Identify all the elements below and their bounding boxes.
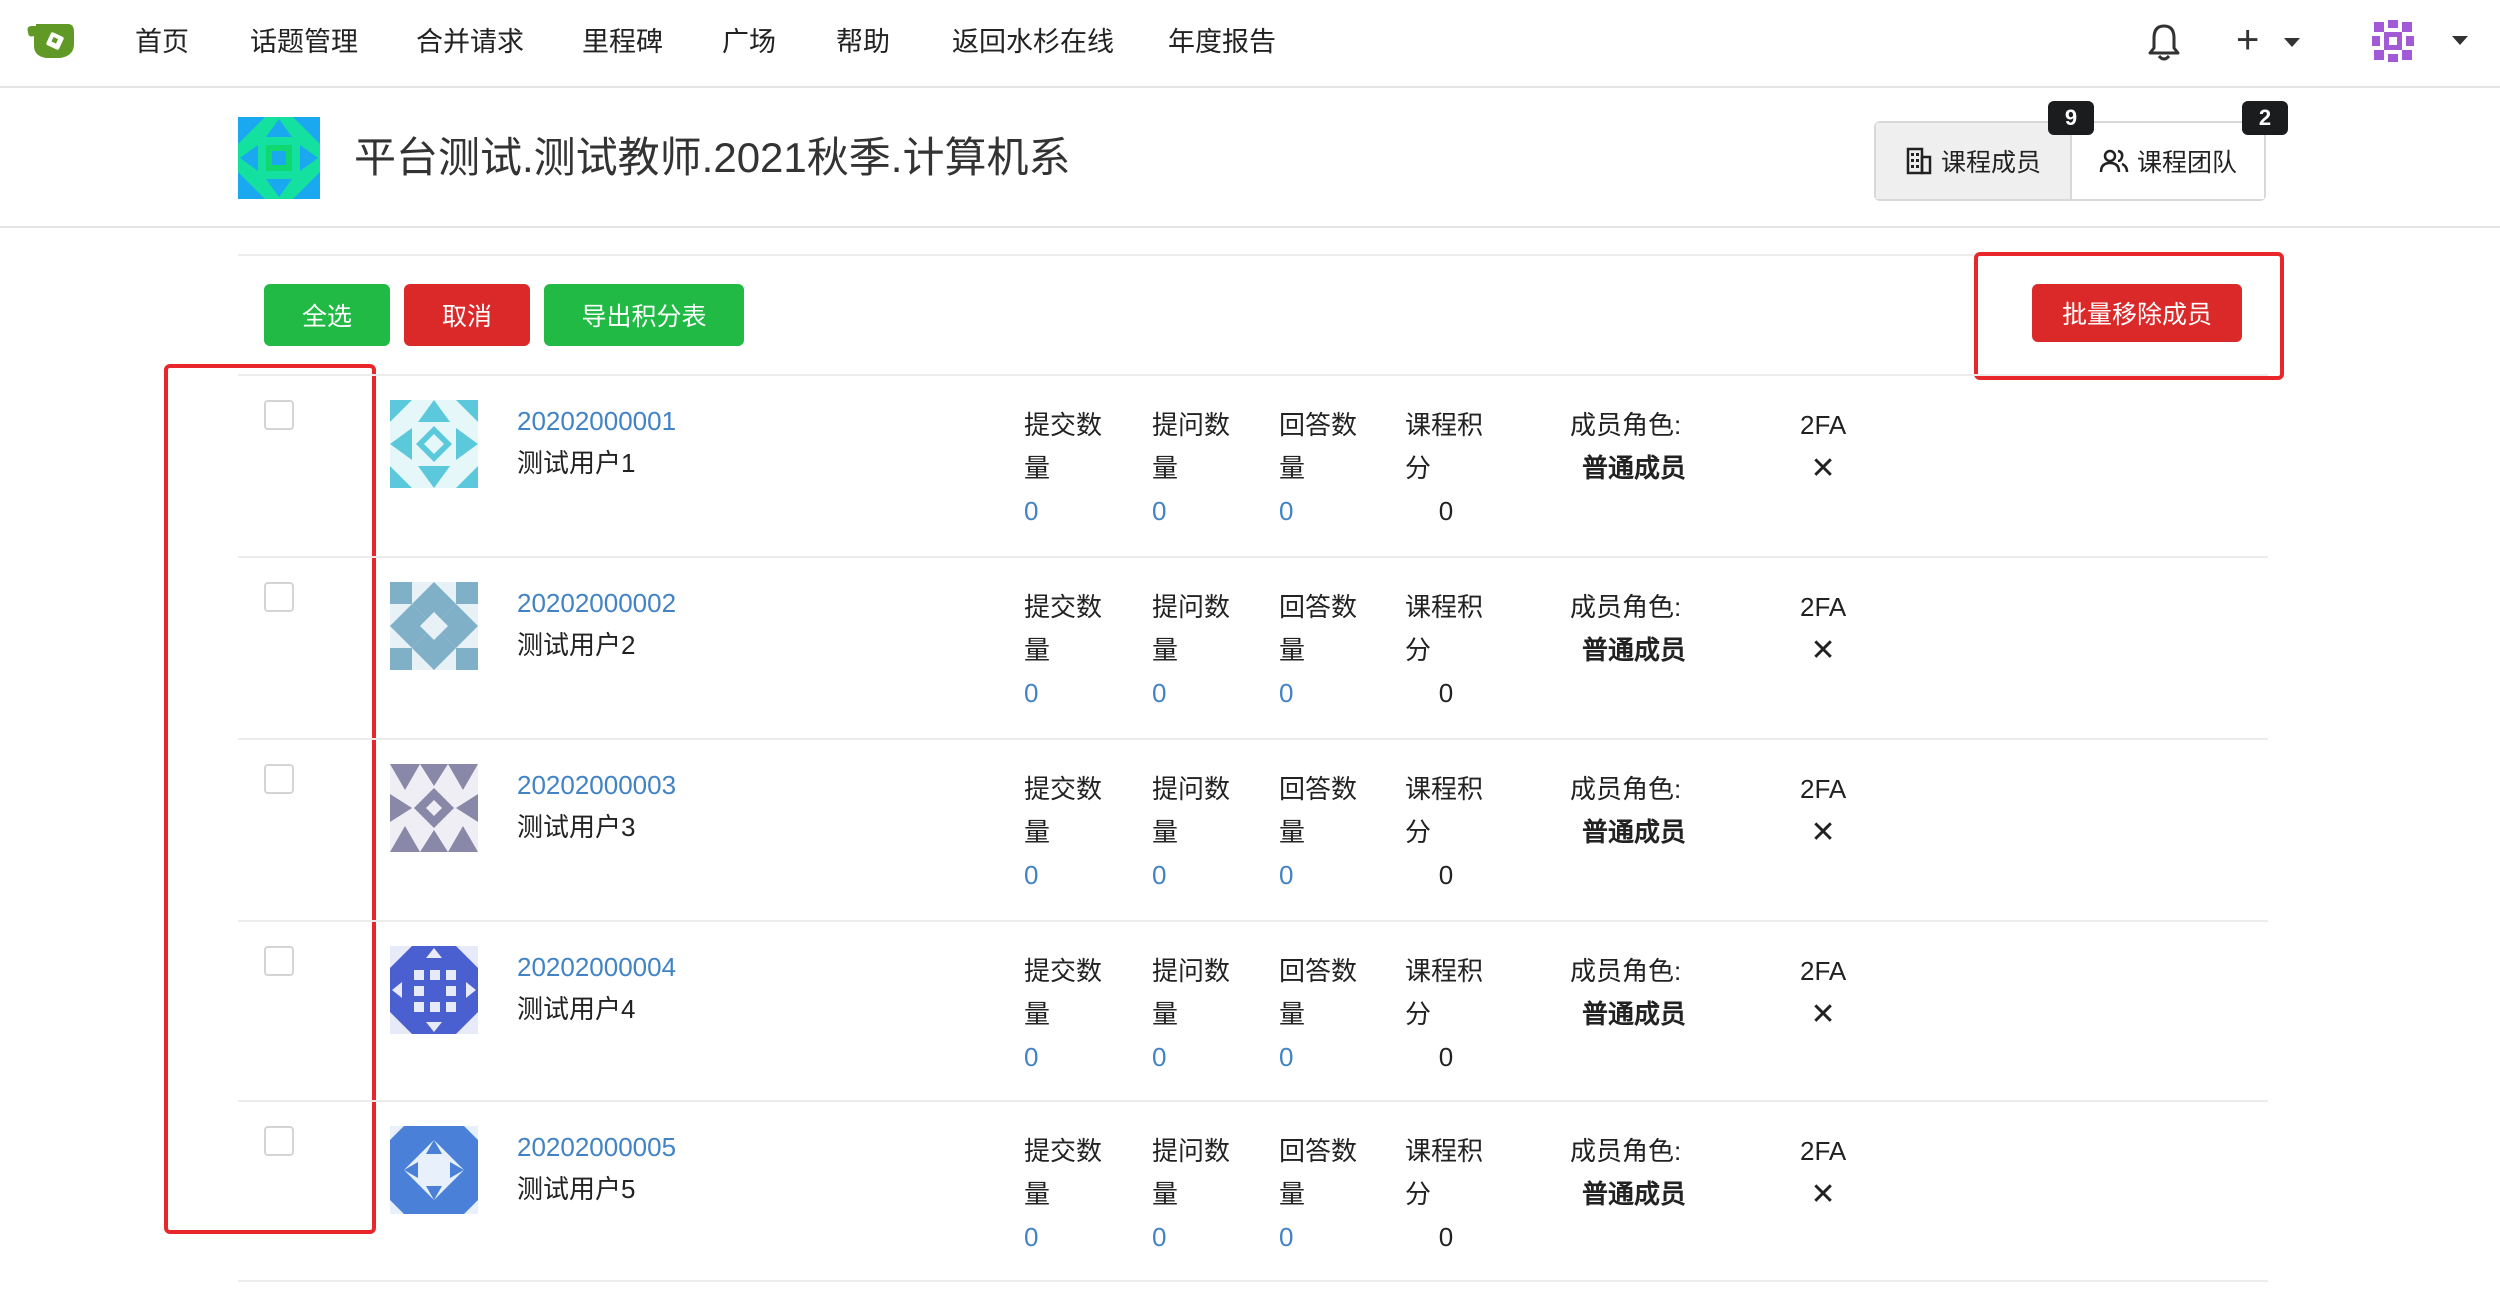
close-icon: ✕	[1810, 998, 1836, 1031]
team-count-badge: 2	[2242, 101, 2288, 135]
member-id-link[interactable]: 20202000005	[517, 1130, 676, 1164]
member-checkbox[interactable]	[264, 582, 294, 612]
two-factor-status: 2FA ✕	[1800, 950, 1846, 1036]
two-factor-status: 2FA ✕	[1800, 404, 1846, 490]
member-id-link[interactable]: 20202000001	[517, 404, 676, 438]
submit-count: 提交数量 0	[1024, 1136, 1103, 1252]
answer-count: 回答数量 0	[1279, 956, 1358, 1072]
answer-count: 回答数量 0	[1279, 410, 1358, 526]
divider	[238, 254, 2268, 256]
members-count-badge: 9	[2048, 101, 2094, 135]
nav-pull-requests[interactable]: 合并请求	[416, 24, 524, 60]
member-name: 测试用户5	[517, 1174, 636, 1204]
course-score: 课程积分 0	[1405, 956, 1484, 1072]
course-team-label: 课程团队	[2136, 149, 2237, 177]
member-checkbox[interactable]	[264, 400, 294, 430]
export-score-button[interactable]: 导出积分表	[544, 284, 744, 346]
plus-icon: +	[2236, 18, 2260, 62]
course-score: 课程积分 0	[1405, 774, 1484, 890]
course-members-button[interactable]: 课程成员	[1876, 123, 2072, 199]
bell-icon[interactable]	[2146, 22, 2182, 62]
ask-count: 提问数量 0	[1152, 956, 1231, 1072]
member-role: 成员角色: 普通成员	[1570, 956, 1687, 1029]
member-name: 测试用户1	[517, 448, 636, 478]
people-icon	[2099, 149, 2129, 173]
nav-issue-management[interactable]: 话题管理	[250, 24, 358, 60]
avatar[interactable]	[390, 400, 478, 488]
submit-count: 提交数量 0	[1024, 410, 1103, 526]
course-members-label: 课程成员	[1940, 149, 2041, 177]
close-icon: ✕	[1810, 452, 1836, 485]
member-role: 成员角色: 普通成员	[1570, 774, 1687, 847]
course-title: 平台测试.测试教师.2021秋季.计算机系	[354, 134, 1071, 181]
member-row: 20202000004 测试用户4 提交数量 0 提问数量 0 回答数量 0 课程积分…	[238, 920, 2268, 1102]
building-icon	[1906, 147, 1932, 175]
nav-annual-report[interactable]: 年度报告	[1168, 24, 1276, 60]
avatar[interactable]	[390, 1126, 478, 1214]
nav-milestones[interactable]: 里程碑	[582, 24, 663, 60]
member-name: 测试用户3	[517, 812, 636, 842]
two-factor-status: 2FA ✕	[1800, 768, 1846, 854]
member-row: 20202000002 测试用户2 提交数量 0 提问数量 0 回答数量 0 课程积分…	[238, 556, 2268, 738]
member-name: 测试用户2	[517, 630, 636, 660]
member-id-link[interactable]: 20202000004	[517, 950, 676, 984]
course-score: 课程积分 0	[1405, 410, 1484, 526]
user-menu[interactable]	[2370, 18, 2470, 66]
member-role: 成员角色: 普通成员	[1570, 410, 1687, 483]
two-factor-status: 2FA ✕	[1800, 586, 1846, 672]
member-id-link[interactable]: 20202000002	[517, 586, 676, 620]
nav-back-to-metasequoia[interactable]: 返回水杉在线	[952, 24, 1114, 60]
avatar[interactable]	[390, 764, 478, 852]
course-score: 课程积分 0	[1405, 592, 1484, 708]
cancel-button[interactable]: 取消	[404, 284, 530, 346]
ask-count: 提问数量 0	[1152, 1136, 1231, 1252]
avatar	[2370, 18, 2416, 64]
member-role: 成员角色: 普通成员	[1570, 1136, 1687, 1209]
top-navbar: 首页 话题管理 合并请求 里程碑 广场 帮助 返回水杉在线 年度报告 +	[0, 0, 2500, 88]
divider	[238, 1280, 2268, 1282]
close-icon: ✕	[1810, 1178, 1836, 1211]
nav-help[interactable]: 帮助	[836, 24, 890, 60]
ask-count: 提问数量 0	[1152, 774, 1231, 890]
course-header: 平台测试.测试教师.2021秋季.计算机系 课程成员 课程团队 9 2	[0, 88, 2500, 228]
ask-count: 提问数量 0	[1152, 592, 1231, 708]
answer-count: 回答数量 0	[1279, 774, 1358, 890]
nav-home[interactable]: 首页	[135, 24, 189, 60]
ask-count: 提问数量 0	[1152, 410, 1231, 526]
submit-count: 提交数量 0	[1024, 774, 1103, 890]
close-icon: ✕	[1810, 816, 1836, 849]
course-avatar	[238, 117, 320, 199]
highlight-batch-remove	[1974, 252, 2284, 380]
member-id-link[interactable]: 20202000003	[517, 768, 676, 802]
submit-count: 提交数量 0	[1024, 956, 1103, 1072]
member-checkbox[interactable]	[264, 764, 294, 794]
member-row: 20202000001 测试用户1 提交数量 0 提问数量 0 回答数量 0 课程积分…	[238, 374, 2268, 556]
chevron-down-icon	[2284, 38, 2300, 47]
chevron-down-icon	[2452, 36, 2468, 45]
course-team-button[interactable]: 课程团队	[2072, 123, 2264, 199]
member-row: 20202000003 测试用户3 提交数量 0 提问数量 0 回答数量 0 课程积分…	[238, 738, 2268, 920]
two-factor-status: 2FA ✕	[1800, 1130, 1846, 1216]
member-checkbox[interactable]	[264, 946, 294, 976]
gitea-logo-icon[interactable]	[24, 20, 80, 64]
answer-count: 回答数量 0	[1279, 1136, 1358, 1252]
member-row: 20202000005 测试用户5 提交数量 0 提问数量 0 回答数量 0 课程积分…	[238, 1100, 2268, 1282]
member-name: 测试用户4	[517, 994, 636, 1024]
avatar[interactable]	[390, 946, 478, 1034]
select-all-button[interactable]: 全选	[264, 284, 390, 346]
create-new-menu[interactable]: +	[2236, 18, 2300, 62]
answer-count: 回答数量 0	[1279, 592, 1358, 708]
submit-count: 提交数量 0	[1024, 592, 1103, 708]
close-icon: ✕	[1810, 634, 1836, 667]
member-role: 成员角色: 普通成员	[1570, 592, 1687, 665]
nav-explore[interactable]: 广场	[722, 24, 776, 60]
course-score: 课程积分 0	[1405, 1136, 1484, 1252]
avatar[interactable]	[390, 582, 478, 670]
member-checkbox[interactable]	[264, 1126, 294, 1156]
